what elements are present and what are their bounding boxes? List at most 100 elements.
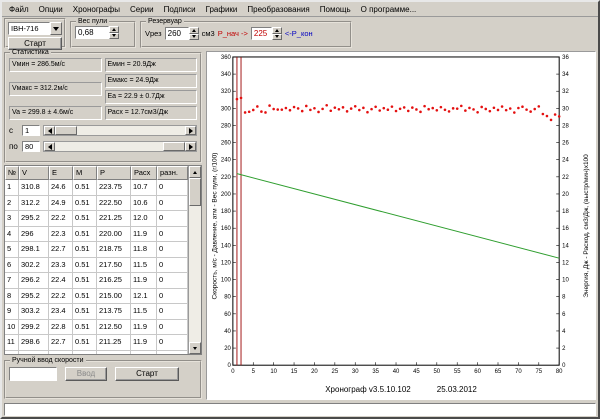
table-cell: 22.7: [49, 351, 73, 355]
chevron-down-icon[interactable]: [50, 22, 62, 35]
svg-text:180: 180: [221, 209, 232, 215]
table-cell: 221.25: [97, 211, 131, 227]
spin-down-icon[interactable]: [272, 34, 282, 41]
spin-down-icon[interactable]: [189, 34, 199, 41]
menu-item[interactable]: Преобразования: [242, 4, 314, 15]
scroll-right-icon[interactable]: [185, 142, 196, 151]
table-header-cell[interactable]: разн.: [157, 166, 188, 180]
table-row[interactable]: 9303.223.40.51213.7511.50: [5, 304, 188, 320]
table-cell: 11: [5, 335, 19, 351]
table-cell: 220.00: [97, 227, 131, 243]
table-header-cell[interactable]: М: [73, 166, 97, 180]
table-row[interactable]: 3295.222.20.51221.2512.00: [5, 211, 188, 227]
app-window: ФайлОпцииХронографыСерииПодписиГрафикиПр…: [0, 0, 600, 419]
svg-text:60: 60: [474, 369, 481, 375]
svg-text:35: 35: [372, 369, 379, 375]
table-row[interactable]: 12298.522.70.51210.0012.00: [5, 351, 188, 355]
manual-speed-input[interactable]: [9, 367, 57, 381]
table-row[interactable]: 7296.222.40.51216.2511.90: [5, 273, 188, 289]
menu-item[interactable]: Помощь: [315, 4, 356, 15]
table-cell: 11.9: [131, 320, 157, 336]
table-cell: 11.5: [131, 304, 157, 320]
spin-down-icon[interactable]: [109, 33, 119, 40]
table-cell: 4: [5, 227, 19, 243]
stat-emax: Емакс = 24.9Дж: [105, 74, 198, 88]
svg-text:15: 15: [291, 369, 298, 375]
bullet-weight-group: Вес пули 0,68: [70, 18, 136, 48]
svg-text:32: 32: [562, 89, 569, 95]
table-row[interactable]: 8295.222.20.51215.0012.10: [5, 289, 188, 305]
scroll-right-icon[interactable]: [185, 126, 196, 135]
scroll-track[interactable]: [189, 178, 201, 342]
table-cell: 22.7: [49, 335, 73, 351]
table-header-cell[interactable]: Расх: [131, 166, 157, 180]
scroll-left-icon[interactable]: [44, 142, 55, 151]
svg-text:260: 260: [221, 141, 232, 147]
table-row[interactable]: 10299.222.80.51212.5011.90: [5, 320, 188, 336]
table-cell: 212.50: [97, 320, 131, 336]
table-header-cell[interactable]: Р: [97, 166, 131, 180]
table-cell: 0: [157, 180, 188, 196]
table-cell: 7: [5, 273, 19, 289]
menu-item[interactable]: Серии: [125, 4, 159, 15]
menu-item[interactable]: Графики: [201, 4, 243, 15]
table-row[interactable]: 6302.223.30.51217.5011.50: [5, 258, 188, 274]
svg-text:50: 50: [434, 369, 441, 375]
table-cell: 8: [5, 289, 19, 305]
scroll-thumb[interactable]: [189, 178, 201, 206]
table-cell: 0: [157, 258, 188, 274]
range-to-scrollbar[interactable]: [43, 141, 197, 152]
table-cell: 22.2: [49, 211, 73, 227]
svg-text:28: 28: [562, 123, 569, 129]
reservoir-group: Резервуар Vрез 260 см3 Р_нач -> 225: [140, 18, 352, 48]
bullet-weight-spinner[interactable]: 0,68: [75, 26, 131, 39]
menu-item[interactable]: Хронографы: [68, 4, 125, 15]
table-cell: 5: [5, 242, 19, 258]
scroll-track[interactable]: [55, 126, 185, 135]
table-row[interactable]: 11298.622.70.51211.2511.90: [5, 335, 188, 351]
svg-text:10: 10: [270, 369, 277, 375]
svg-text:100: 100: [221, 278, 232, 284]
manual-start-button[interactable]: Старт: [115, 367, 179, 381]
menu-item[interactable]: Подписи: [159, 4, 201, 15]
scroll-thumb[interactable]: [163, 142, 185, 151]
table-header-cell[interactable]: Е: [49, 166, 73, 180]
scroll-up-icon[interactable]: [189, 166, 201, 178]
vres-spinner[interactable]: 260: [165, 27, 199, 40]
table-row[interactable]: 2312.224.90.51222.5010.60: [5, 196, 188, 212]
table-cell: 0: [157, 335, 188, 351]
svg-text:55: 55: [454, 369, 461, 375]
table-header-cell[interactable]: V: [19, 166, 49, 180]
menu-item[interactable]: Файл: [4, 4, 34, 15]
svg-text:20: 20: [562, 192, 569, 198]
scroll-left-icon[interactable]: [44, 126, 55, 135]
chart-svg: 3603403203002802602402202001801601401201…: [207, 52, 595, 399]
table-scrollbar[interactable]: [188, 166, 201, 354]
table-cell: 2: [5, 196, 19, 212]
table-cell: 11.9: [131, 273, 157, 289]
svg-text:24: 24: [562, 158, 569, 164]
enter-button[interactable]: Ввод: [65, 367, 107, 381]
bullet-weight-value: 0,68: [75, 26, 109, 39]
range-from-scrollbar[interactable]: [43, 125, 197, 136]
menu-item[interactable]: О программе...: [356, 4, 422, 15]
table-cell: 0.51: [73, 211, 97, 227]
table-row[interactable]: 1310.824.60.51223.7510.70: [5, 180, 188, 196]
svg-text:34: 34: [562, 72, 569, 78]
scroll-track[interactable]: [55, 142, 185, 151]
table-row[interactable]: 429622.30.51220.0011.90: [5, 227, 188, 243]
table-cell: 23.3: [49, 258, 73, 274]
table-row[interactable]: 5298.122.70.51218.7511.80: [5, 242, 188, 258]
svg-text:160: 160: [221, 226, 232, 232]
table-header-cell[interactable]: №: [5, 166, 19, 180]
scroll-down-icon[interactable]: [189, 342, 201, 354]
table-cell: 215.00: [97, 289, 131, 305]
vres-unit-label: см3: [202, 29, 215, 38]
svg-text:60: 60: [224, 312, 231, 318]
pressure-spinner[interactable]: 225: [251, 27, 282, 40]
table-cell: 295.2: [19, 289, 49, 305]
menu-item[interactable]: Опции: [34, 4, 68, 15]
svg-text:65: 65: [495, 369, 502, 375]
scroll-thumb[interactable]: [55, 126, 77, 135]
chronograph-select[interactable]: IBH-716: [8, 22, 62, 35]
